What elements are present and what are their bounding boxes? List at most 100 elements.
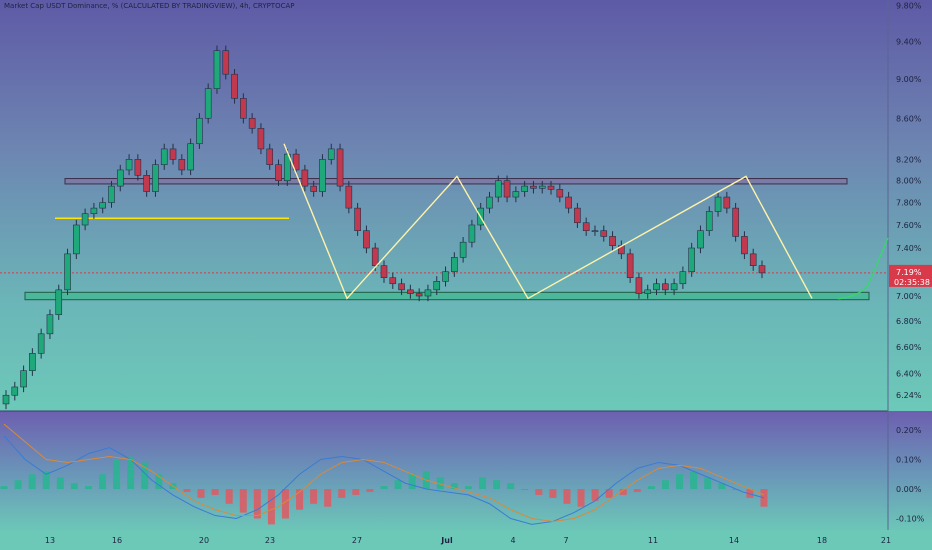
price-tick-label: 9.00% <box>896 75 922 84</box>
candle-body <box>152 164 159 192</box>
candle-body <box>222 50 230 75</box>
candle-body <box>468 224 476 243</box>
candle-body <box>99 202 106 209</box>
macd-histogram-bar <box>239 489 247 513</box>
macd-tick-label: 0.10% <box>896 456 922 465</box>
candle-body <box>494 180 502 198</box>
macd-histogram-bar <box>14 480 22 489</box>
price-tick-label: 6.80% <box>896 317 922 326</box>
candle-body <box>732 207 739 237</box>
time-tick-label: 4 <box>510 536 515 545</box>
candle-body <box>2 394 10 405</box>
candle-body <box>266 148 274 165</box>
macd-histogram-bar <box>507 483 515 489</box>
candle-body <box>310 185 317 192</box>
macd-histogram-bar <box>605 489 613 498</box>
candle-body <box>81 213 89 226</box>
candle-body <box>582 222 590 231</box>
price-tick-label: 9.40% <box>896 37 922 46</box>
current-price-label: 7.19% <box>896 268 922 277</box>
candle-body <box>626 253 634 278</box>
candle-body <box>653 283 660 291</box>
price-tick-label: 6.40% <box>896 369 922 378</box>
candle-body <box>688 247 695 272</box>
candle-body <box>723 196 731 209</box>
macd-histogram-bar <box>183 489 191 492</box>
candle-body <box>600 230 608 237</box>
time-tick-label: 13 <box>45 536 55 545</box>
macd-histogram-bar <box>0 486 8 489</box>
time-tick-label: 20 <box>199 536 209 545</box>
macd-histogram-bar <box>549 489 557 498</box>
macd-histogram-bar <box>577 489 585 507</box>
macd-tick-label: -0.10% <box>896 515 925 524</box>
price-tick-label: 6.60% <box>896 343 922 352</box>
macd-tick-label: 0.20% <box>896 426 922 435</box>
candle-body <box>116 169 124 187</box>
macd-histogram-bar <box>211 489 219 495</box>
time-tick-label: 7 <box>563 536 568 545</box>
macd-histogram-bar <box>690 471 698 489</box>
time-tick-label: 21 <box>881 536 891 545</box>
candle-body <box>670 283 678 291</box>
candle-body <box>143 175 150 192</box>
time-tick-label: 27 <box>352 536 362 545</box>
candle-body <box>635 277 643 294</box>
macd-histogram-bar <box>84 486 92 489</box>
candle-body <box>644 289 652 294</box>
macd-histogram-bar <box>647 486 655 489</box>
candle-body <box>512 191 520 198</box>
countdown-label: 02:35:38 <box>894 278 930 287</box>
candle-body <box>257 128 265 150</box>
candle-body <box>46 314 54 335</box>
candle-body <box>547 185 555 190</box>
macd-histogram-bar <box>563 489 571 504</box>
price-tick-label: 7.00% <box>896 292 922 301</box>
candle-body <box>178 159 186 171</box>
time-tick-label: 23 <box>265 536 275 545</box>
macd-histogram-bar <box>324 489 332 507</box>
macd-histogram-bar <box>338 489 346 498</box>
macd-histogram-bar <box>70 483 78 489</box>
candle-body <box>29 353 36 371</box>
candle-body <box>354 207 361 231</box>
candle-body <box>705 211 713 231</box>
macd-histogram-bar <box>352 489 360 495</box>
candle-body <box>407 289 414 294</box>
macd-histogram-bar <box>380 486 388 489</box>
candle-body <box>380 265 388 278</box>
candle-body <box>11 386 19 396</box>
resistance-zone <box>64 178 848 185</box>
candle-body <box>574 207 581 224</box>
candle-body <box>160 148 168 165</box>
candle-body <box>363 230 370 249</box>
macd-histogram-bar <box>676 474 684 489</box>
candle-body <box>108 185 115 203</box>
price-tick-label: 6.24% <box>896 391 922 400</box>
macd-histogram-bar <box>99 474 107 489</box>
macd-histogram-bar <box>661 480 669 489</box>
candle-body <box>662 283 669 291</box>
time-tick-label: 14 <box>729 536 739 545</box>
macd-histogram-bar <box>28 474 36 489</box>
candle-body <box>248 117 256 129</box>
macd-tick-label: 0.00% <box>896 485 922 494</box>
candle-body <box>134 159 142 176</box>
candle-body <box>336 148 344 187</box>
candle-body <box>442 271 449 282</box>
candle-body <box>90 207 98 215</box>
macd-histogram-bar <box>535 489 543 495</box>
candle-body <box>503 180 511 198</box>
time-tick-label: 11 <box>648 536 658 545</box>
candle-body <box>521 185 528 192</box>
candle-body <box>196 117 203 145</box>
macd-histogram-bar <box>479 477 487 489</box>
macd-histogram-bar <box>366 489 374 492</box>
candle-body <box>415 293 423 297</box>
candle-body <box>565 196 572 209</box>
candle-body <box>204 88 212 119</box>
candle-body <box>327 148 335 160</box>
candle-body <box>679 271 687 285</box>
time-tick-label: Jul <box>440 536 453 545</box>
macd-histogram-bar <box>464 486 472 489</box>
